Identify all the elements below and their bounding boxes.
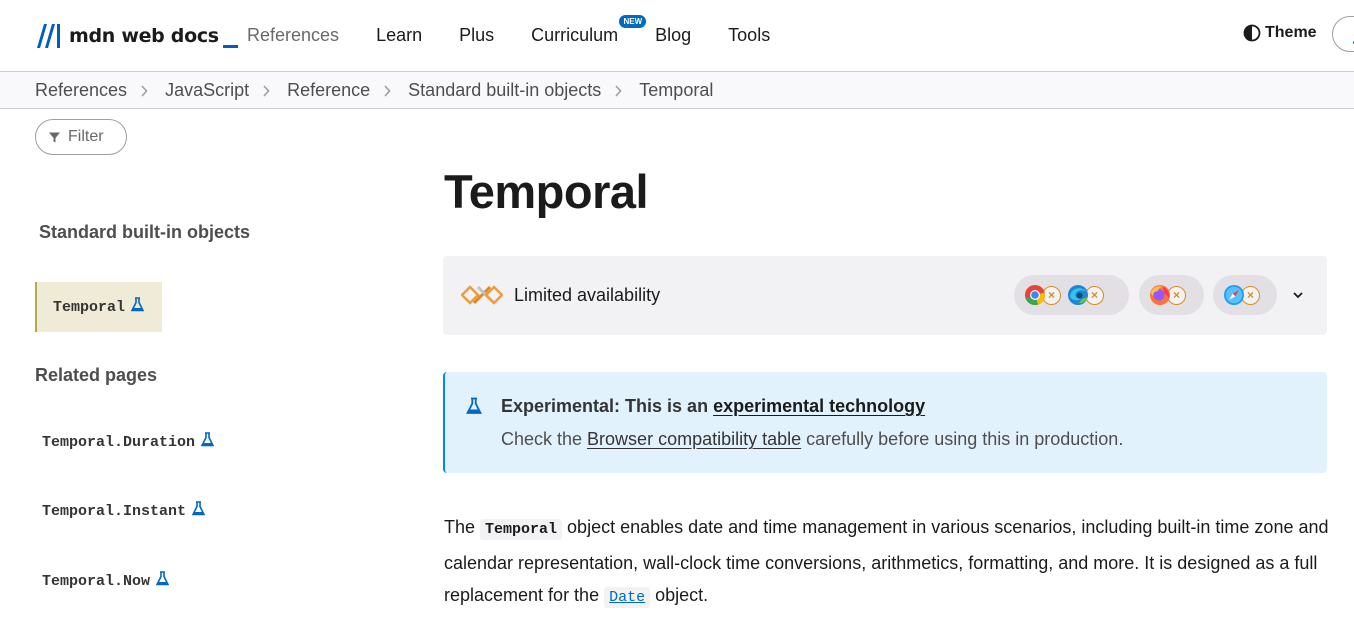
mdn-logo[interactable]: mdn web docs xyxy=(35,22,238,50)
experimental-flask-icon xyxy=(155,571,170,591)
date-link[interactable]: Date xyxy=(604,587,651,608)
nav-learn[interactable]: Learn xyxy=(376,24,422,46)
chevron-right-icon xyxy=(383,84,395,97)
breadcrumb-bar: References JavaScript Reference Standard… xyxy=(0,72,1354,109)
availability-label: Limited availability xyxy=(514,285,661,305)
top-navigation: mdn web docs References Learn Plus Curri… xyxy=(0,0,1354,72)
breadcrumb-javascript[interactable]: JavaScript xyxy=(165,80,249,101)
experimental-body-prefix: Check the xyxy=(501,429,588,449)
intro-paragraph: The Temporal object enables date and tim… xyxy=(444,511,1334,615)
sidebar-item-label: Temporal.Instant xyxy=(42,502,187,520)
baseline-availability-banner[interactable]: Limited availability × × × × xyxy=(443,256,1327,335)
related-pages-heading: Related pages xyxy=(35,365,158,385)
nav-curriculum[interactable]: Curriculum NEW xyxy=(531,15,647,46)
chevron-right-icon xyxy=(262,84,274,97)
logo-cursor xyxy=(222,44,238,48)
page-title: Temporal xyxy=(444,165,649,218)
experimental-flask-icon xyxy=(466,397,482,420)
filter-label: Filter xyxy=(68,128,104,145)
experimental-prefix: Experimental: This is an xyxy=(501,396,714,416)
experimental-body-suffix: carefully before using this in productio… xyxy=(801,429,1124,449)
breadcrumb-references[interactable]: References xyxy=(35,80,127,101)
experimental-flask-icon xyxy=(130,297,145,317)
sidebar-item-label: Temporal.Now xyxy=(42,572,151,590)
sidebar-item-temporal[interactable]: Temporal xyxy=(35,282,162,332)
code-temporal: Temporal xyxy=(480,519,563,540)
breadcrumb-standard-objects[interactable]: Standard built-in objects xyxy=(408,80,601,101)
chevron-right-icon xyxy=(614,84,626,97)
breadcrumb: References JavaScript Reference Standard… xyxy=(35,80,713,101)
experimental-technology-link[interactable]: experimental technology xyxy=(713,396,925,416)
mdn-m-icon xyxy=(37,24,60,48)
theme-button[interactable]: Theme xyxy=(1243,24,1317,42)
sidebar-item-temporal-duration[interactable]: Temporal.Duration xyxy=(42,432,215,452)
intro-text-1: The xyxy=(444,517,481,537)
browser-group-firefox: × xyxy=(1139,275,1204,315)
safari-icon xyxy=(1223,284,1245,306)
filter-icon xyxy=(49,132,60,142)
sidebar-item-temporal-instant[interactable]: Temporal.Instant xyxy=(42,501,206,521)
experimental-flask-icon xyxy=(191,501,206,521)
search-button[interactable] xyxy=(1332,16,1354,52)
sidebar-filter-button[interactable]: Filter xyxy=(35,119,127,155)
nav-curriculum-label: Curriculum xyxy=(531,25,619,45)
sidebar-item-label: Temporal.Duration xyxy=(42,433,196,451)
breadcrumb-reference[interactable]: Reference xyxy=(287,80,370,101)
browser-group-chromium: × × xyxy=(1014,275,1129,315)
nav-plus[interactable]: Plus xyxy=(459,24,494,46)
safari-support: × xyxy=(1223,284,1260,306)
theme-label: Theme xyxy=(1265,24,1317,41)
chevron-right-icon xyxy=(140,84,152,97)
experimental-heading: Experimental: This is an experimental te… xyxy=(501,396,925,417)
edge-icon xyxy=(1067,284,1089,306)
chevron-down-icon[interactable] xyxy=(1291,288,1305,307)
nav-tools[interactable]: Tools xyxy=(728,24,770,46)
logo-text: mdn web docs xyxy=(69,25,219,47)
firefox-support: × xyxy=(1149,284,1186,306)
limited-availability-icon xyxy=(460,282,504,313)
browser-group-safari: × xyxy=(1213,275,1277,315)
experimental-body: Check the Browser compatibility table ca… xyxy=(501,429,1123,450)
theme-icon xyxy=(1243,24,1261,42)
new-badge: NEW xyxy=(619,15,647,28)
intro-text-3: object. xyxy=(650,585,709,605)
experimental-notice: Experimental: This is an experimental te… xyxy=(443,372,1327,473)
breadcrumb-temporal[interactable]: Temporal xyxy=(639,80,713,101)
nav-blog[interactable]: Blog xyxy=(655,24,691,46)
main-nav: References Learn Plus Curriculum NEW Blo… xyxy=(247,15,807,46)
firefox-icon xyxy=(1149,284,1171,306)
experimental-flask-icon xyxy=(200,432,215,452)
sidebar-item-temporal-now[interactable]: Temporal.Now xyxy=(42,571,170,591)
chrome-icon xyxy=(1024,284,1046,306)
sidebar-item-label: Temporal xyxy=(53,298,126,316)
intro-text-2: object enables date and time management … xyxy=(444,517,1329,605)
chrome-support: × xyxy=(1024,284,1061,306)
sidebar-section-heading[interactable]: Standard built-in objects xyxy=(39,222,250,243)
nav-references[interactable]: References xyxy=(247,24,339,46)
browser-compat-link[interactable]: Browser compatibility table xyxy=(587,429,801,449)
edge-support: × xyxy=(1067,284,1104,306)
